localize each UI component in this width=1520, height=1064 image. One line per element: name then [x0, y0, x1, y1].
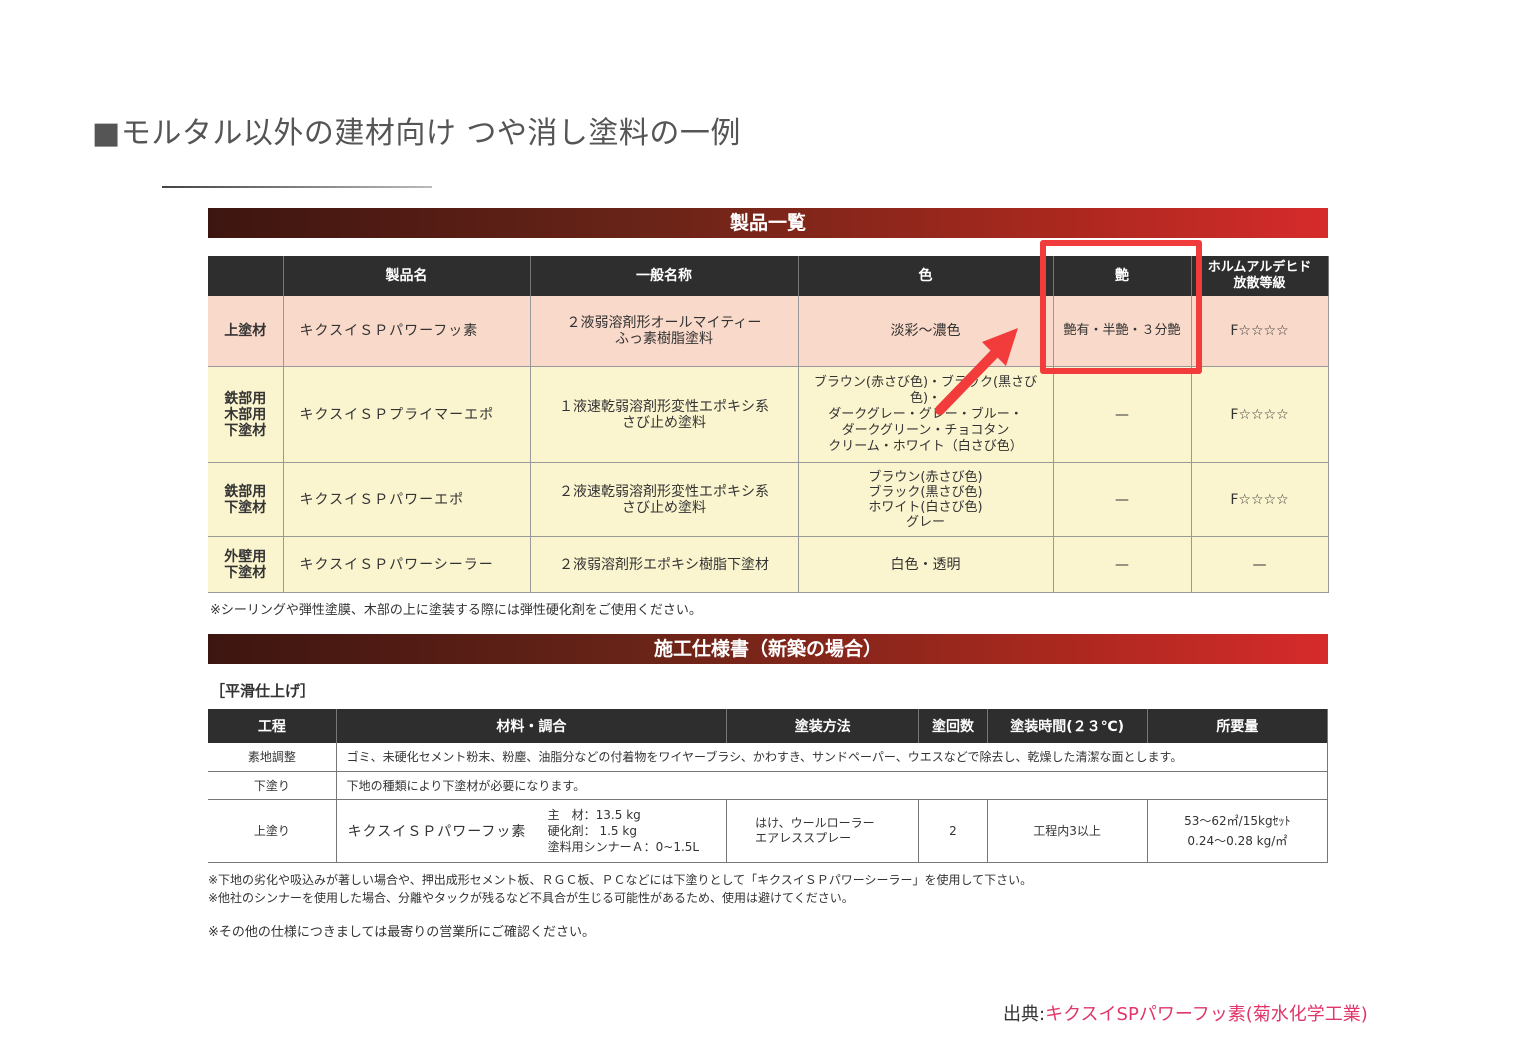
material-cell: キクスイＳＰパワーフッ素 主 材：13.5 kg 硬化剤： 1.5 kg 塗料用… — [336, 799, 728, 863]
category-cell: 鉄部用 下塗材 — [208, 462, 284, 537]
gloss-cell: — — [1053, 536, 1192, 593]
grade-cell: F☆☆☆☆ — [1191, 462, 1329, 537]
table-row: 鉄部用 下塗材 キクスイＳＰパワーエポ ２液速乾弱溶剤形変性エポキシ系 さび止め… — [208, 462, 1329, 537]
composition-line: 主 材：13.5 kg — [547, 807, 641, 822]
composition-line: 硬化剤： 1.5 kg — [547, 823, 637, 838]
footnote: ※他社のシンナーを使用した場合、分離やタックが残るなど不具合が生じる可能性がある… — [208, 890, 854, 905]
table-row: 鉄部用 木部用 下塗材 キクスイＳＰプライマーエポ １液速乾弱溶剤形変性エポキシ… — [208, 366, 1329, 463]
category-cell: 上塗材 — [208, 296, 284, 367]
grade-cell: F☆☆☆☆ — [1191, 296, 1329, 367]
source-link[interactable]: キクスイSPパワーフッ素(菊水化学工業) — [1045, 1004, 1368, 1025]
step-cell: 上塗り — [208, 799, 337, 863]
table-row: 上塗り キクスイＳＰパワーフッ素 主 材：13.5 kg 硬化剤： 1.5 kg… — [208, 799, 1329, 863]
page-title: ■モルタル以外の建材向け つや消し塗料の一例 — [92, 116, 741, 151]
spec-table: 工程 材料・調合 塗装方法 塗回数 塗装時間(２３℃) 所要量 素地調整 ゴミ、… — [208, 709, 1329, 863]
header-cell: ホルムアルデヒド 放散等級 — [1191, 256, 1329, 296]
general-name-cell: ２液速乾弱溶剤形変性エポキシ系 さび止め塗料 — [530, 462, 799, 537]
source-prefix: 出典: — [1003, 1004, 1046, 1025]
divider — [162, 186, 432, 188]
highlight-box — [1040, 240, 1202, 374]
subheading: ［平滑仕上げ］ — [210, 682, 316, 700]
section-banner-products: 製品一覧 — [208, 208, 1328, 238]
arrow-icon — [935, 328, 1018, 415]
header-cell: 製品名 — [283, 256, 531, 296]
source-credit: 出典:キクスイSPパワーフッ素(菊水化学工業) — [1003, 1000, 1368, 1026]
product-name: キクスイＳＰパワーフッ素 — [347, 823, 527, 840]
interval-cell: 工程内3以上 — [987, 799, 1148, 863]
gloss-cell: — — [1053, 366, 1192, 463]
footnotes: ※下地の劣化や吸込みが著しい場合や、押出成形セメント板、ＲＧＣ板、ＰＣなどには下… — [208, 871, 1328, 907]
product-name-cell: キクスイＳＰパワーエポ — [283, 462, 531, 537]
method-cell: はけ、ウールローラー エアレススプレー — [726, 799, 920, 863]
spec-text-cell: ゴミ、未硬化セメント粉末、粉塵、油脂分などの付着物をワイヤーブラシ、かわすき、サ… — [336, 743, 1329, 772]
header-cell: 所要量 — [1147, 709, 1329, 743]
table-row: 外壁用 下塗材 キクスイＳＰパワーシーラー ２液弱溶剤形エポキシ樹脂下塗材 白色… — [208, 536, 1329, 593]
spec-table-header: 工程 材料・調合 塗装方法 塗回数 塗装時間(２３℃) 所要量 — [208, 709, 1329, 743]
composition: 主 材：13.5 kg 硬化剤： 1.5 kg 塗料用シンナーＡ：0~1.5L — [548, 807, 699, 855]
step-cell: 素地調整 — [208, 743, 337, 772]
step-cell: 下塗り — [208, 771, 337, 800]
section-banner-spec: 施工仕様書（新築の場合） — [208, 634, 1328, 664]
composition-line: 塗料用シンナーＡ：0~1.5L — [547, 839, 700, 854]
gloss-cell: — — [1053, 462, 1192, 537]
coats-cell: 2 — [918, 799, 988, 863]
category-cell: 鉄部用 木部用 下塗材 — [208, 366, 284, 463]
product-name-cell: キクスイＳＰプライマーエポ — [283, 366, 531, 463]
grade-cell: — — [1191, 536, 1329, 593]
table-row: 下塗り 下地の種類により下塗材が必要になります。 — [208, 771, 1329, 800]
amount-cell: 53〜62㎡/15kgｾｯﾄ 0.24〜0.28 kg/㎡ — [1147, 799, 1329, 863]
header-cell: 塗回数 — [918, 709, 988, 743]
table-note: ※シーリングや弾性塗膜、木部の上に塗装する際には弾性硬化剤をご使用ください。 — [210, 603, 702, 618]
color-cell: ブラウン(赤さび色) ブラック(黒さび色) ホワイト(白さび色) グレー — [798, 462, 1054, 537]
header-cell: 塗装時間(２３℃) — [987, 709, 1148, 743]
general-name-cell: １液速乾弱溶剤形変性エポキシ系 さび止め塗料 — [530, 366, 799, 463]
color-cell: 白色・透明 — [798, 536, 1054, 593]
header-cell: 材料・調合 — [336, 709, 728, 743]
footnote: ※下地の劣化や吸込みが著しい場合や、押出成形セメント板、ＲＧＣ板、ＰＣなどには下… — [208, 872, 1033, 887]
general-name-cell: ２液弱溶剤形オールマイティー ふっ素樹脂塗料 — [530, 296, 799, 367]
spec-text-cell: 下地の種類により下塗材が必要になります。 — [336, 771, 1329, 800]
category-cell: 外壁用 下塗材 — [208, 536, 284, 593]
header-cell: 工程 — [208, 709, 337, 743]
product-name-cell: キクスイＳＰパワーシーラー — [283, 536, 531, 593]
header-cell: 色 — [798, 256, 1054, 296]
product-name-cell: キクスイＳＰパワーフッ素 — [283, 296, 531, 367]
grade-cell: F☆☆☆☆ — [1191, 366, 1329, 463]
table-row: 素地調整 ゴミ、未硬化セメント粉末、粉塵、油脂分などの付着物をワイヤーブラシ、か… — [208, 743, 1329, 772]
header-cell — [208, 256, 284, 296]
header-cell: 塗装方法 — [726, 709, 920, 743]
footnote: ※その他の仕様につきましては最寄りの営業所にご確認ください。 — [208, 924, 595, 940]
header-cell: 一般名称 — [530, 256, 799, 296]
general-name-cell: ２液弱溶剤形エポキシ樹脂下塗材 — [530, 536, 799, 593]
